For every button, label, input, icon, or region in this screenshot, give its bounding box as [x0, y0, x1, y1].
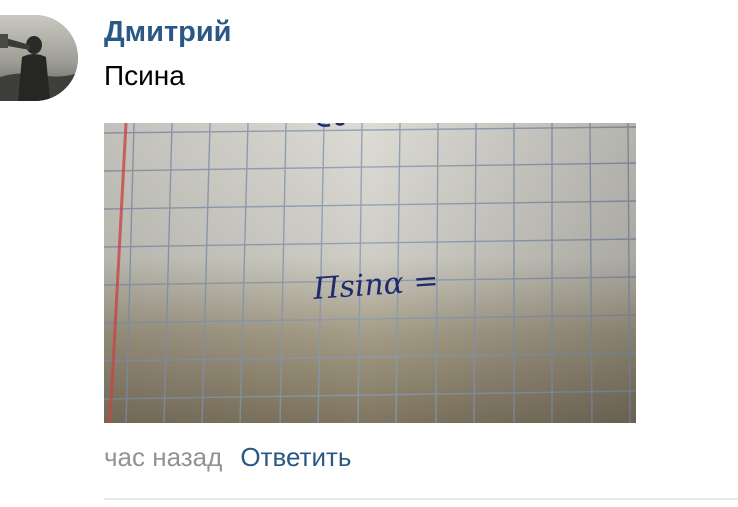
- author-name[interactable]: Дмитрий: [104, 16, 232, 49]
- comment-photo[interactable]: Пsinα =: [104, 123, 636, 423]
- comment: Дмитрий Псина Пsinα = час назад Ответить: [0, 0, 738, 507]
- avatar-photo: [0, 15, 78, 101]
- reply-link[interactable]: Ответить: [240, 442, 351, 472]
- comment-date: час назад: [104, 442, 223, 472]
- notebook-photo: Пsinα =: [104, 123, 636, 423]
- comment-meta: час назад Ответить: [104, 442, 351, 473]
- comment-text: Псина: [104, 60, 185, 91]
- comment-divider: [104, 498, 738, 500]
- avatar[interactable]: [0, 15, 78, 101]
